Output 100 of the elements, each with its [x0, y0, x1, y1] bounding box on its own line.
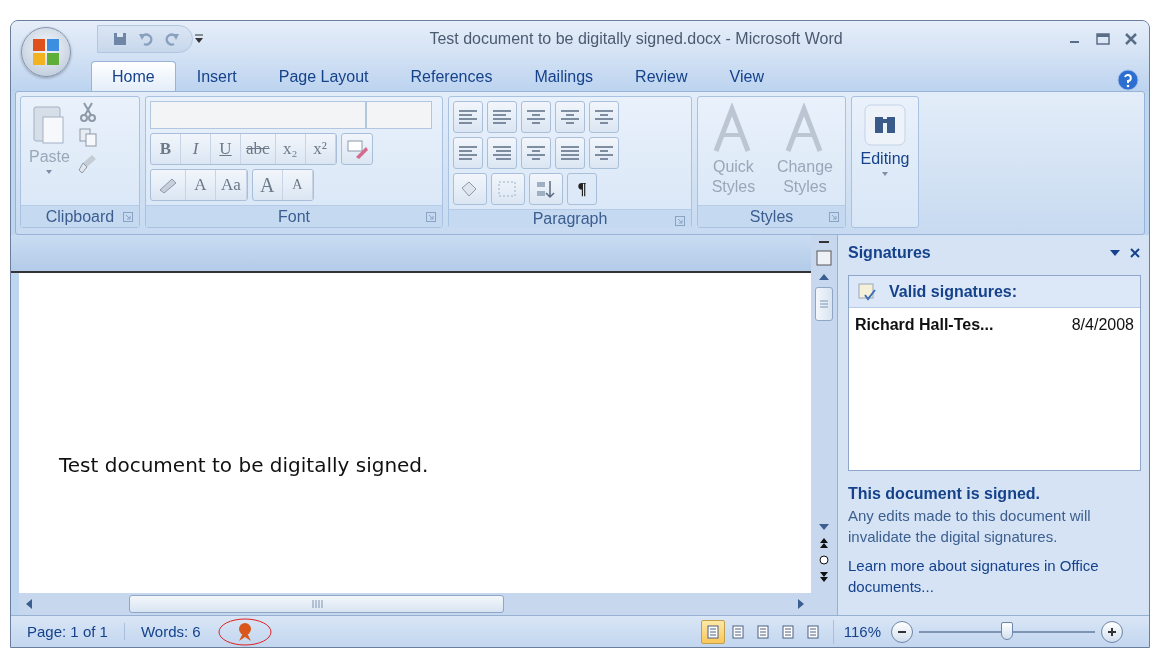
ribbon-tab[interactable]: Review	[614, 61, 709, 91]
ribbon-tab[interactable]: Insert	[175, 61, 258, 91]
pane-menu-icon[interactable]	[1109, 248, 1121, 258]
redo-icon[interactable]	[164, 31, 180, 47]
office-logo-icon	[31, 37, 61, 67]
format-button[interactable]: abc	[241, 134, 276, 164]
font-effect-button[interactable]: A	[186, 170, 216, 200]
ribbon-tab[interactable]: References	[389, 61, 514, 91]
grip-icon	[310, 599, 323, 609]
font-name-field[interactable]	[150, 101, 366, 129]
page-count: Page: 1 of 1	[11, 623, 125, 640]
multilevel-list-button[interactable]	[521, 101, 551, 133]
ribbon-tab[interactable]: View	[708, 61, 785, 91]
vertical-scrollbar[interactable]	[811, 235, 837, 615]
decrease-indent-icon	[560, 109, 580, 125]
horizontal-scrollbar[interactable]	[19, 593, 811, 615]
brush-icon[interactable]	[77, 153, 98, 175]
bullets-icon	[458, 109, 478, 125]
window-title: Test document to be digitally signed.docx - Microsoft Word	[428, 30, 844, 48]
show-formatting-marks-button[interactable]: ¶	[567, 173, 597, 205]
view-icon	[730, 624, 745, 639]
zoom-level[interactable]: 116%	[833, 623, 891, 640]
close-icon[interactable]	[1123, 31, 1139, 47]
eraser-icon	[345, 139, 368, 159]
format-button[interactable]: x²	[305, 134, 336, 164]
word-count: Words: 6	[139, 623, 202, 640]
view-icon	[780, 624, 795, 639]
group-title: Paragraph	[532, 210, 608, 228]
group-title: Styles	[749, 207, 794, 226]
select-browse-object-icon[interactable]	[819, 555, 829, 565]
view-icon	[705, 624, 720, 639]
numbering-button[interactable]	[487, 101, 517, 133]
justify-button[interactable]	[555, 137, 585, 169]
status-heading: This document is signed.	[848, 485, 1042, 503]
zoom-out-button[interactable]	[891, 620, 913, 643]
grip-icon	[819, 299, 829, 309]
line-spacing-button[interactable]	[589, 137, 619, 169]
increase-indent-icon	[594, 109, 614, 125]
shading-button[interactable]	[453, 173, 487, 205]
font-size-change-button[interactable]: A	[282, 170, 313, 200]
dialog-launcher-icon[interactable]	[426, 212, 436, 222]
justify-icon	[560, 145, 580, 161]
signer-name[interactable]: Richard Hall-Tes...	[855, 316, 994, 334]
view-button[interactable]	[700, 619, 725, 644]
group-title: Clipboard	[45, 207, 115, 226]
format-button[interactable]: I	[181, 134, 211, 164]
format-button[interactable]: x₂	[275, 134, 306, 164]
align-left-icon	[458, 145, 478, 161]
ribbon-tab[interactable]: Mailings	[513, 61, 615, 91]
close-icon[interactable]	[1129, 247, 1141, 259]
format-button[interactable]: B	[151, 134, 181, 164]
scroll-thumb[interactable]	[129, 595, 504, 613]
bullets-button[interactable]	[453, 101, 483, 133]
caret-icon	[881, 171, 889, 177]
zoom-in-button[interactable]	[1101, 620, 1123, 643]
clear-formatting-button[interactable]	[340, 133, 373, 165]
ribbon-tab[interactable]: Home	[91, 61, 176, 91]
scroll-down-icon[interactable]	[818, 523, 830, 531]
pane-title: Signatures	[848, 244, 932, 262]
scroll-up-icon[interactable]	[818, 273, 830, 281]
ribbon-tab[interactable]: Page Layout	[257, 61, 390, 91]
next-page-icon[interactable]	[819, 571, 829, 583]
scroll-left-icon[interactable]	[25, 598, 33, 610]
line-spacing-icon	[594, 145, 614, 161]
scissors-icon[interactable]	[77, 101, 98, 123]
status-description: Any edits made to this document will invalidate the digital signatures.	[848, 506, 1092, 547]
sort-icon	[534, 179, 558, 199]
align-right-icon	[526, 145, 546, 161]
font-size-field[interactable]	[366, 101, 432, 129]
sort-button[interactable]	[529, 173, 563, 205]
group-title: Font	[278, 207, 310, 226]
align-center-icon	[492, 145, 512, 161]
borders-button[interactable]	[491, 173, 525, 205]
help-link[interactable]: Learn more about signatures in Office documents...	[848, 555, 1141, 597]
zoom-slider-thumb[interactable]	[1001, 621, 1013, 640]
font-effect-button[interactable]: Aa	[216, 170, 247, 200]
maximize-icon[interactable]	[1095, 31, 1111, 47]
align-right-button[interactable]	[521, 137, 551, 169]
font-size-change-button[interactable]: A	[252, 170, 283, 200]
decrease-indent-button[interactable]	[555, 101, 585, 133]
dialog-launcher-icon[interactable]	[123, 212, 133, 222]
view-icon	[755, 624, 770, 639]
paste-button[interactable]: Paste	[25, 101, 74, 201]
copy-icon[interactable]	[77, 127, 98, 149]
format-button[interactable]: U	[211, 134, 241, 164]
plus-icon	[1107, 626, 1117, 637]
dialog-launcher-icon[interactable]	[675, 216, 685, 226]
save-icon[interactable]	[112, 31, 128, 47]
scroll-right-icon[interactable]	[797, 598, 805, 610]
align-center-button[interactable]	[487, 137, 517, 169]
align-left-button[interactable]	[453, 137, 483, 169]
signature-ribbon-icon[interactable]	[216, 616, 273, 647]
increase-indent-button[interactable]	[589, 101, 619, 133]
signature-date: 8/4/2008	[1071, 316, 1134, 334]
help-icon[interactable]	[1117, 69, 1139, 91]
dialog-launcher-icon[interactable]	[829, 212, 839, 222]
scroll-thumb[interactable]	[815, 287, 833, 321]
caret-icon	[45, 169, 54, 175]
previous-page-icon[interactable]	[819, 537, 829, 549]
undo-icon[interactable]	[138, 31, 154, 47]
